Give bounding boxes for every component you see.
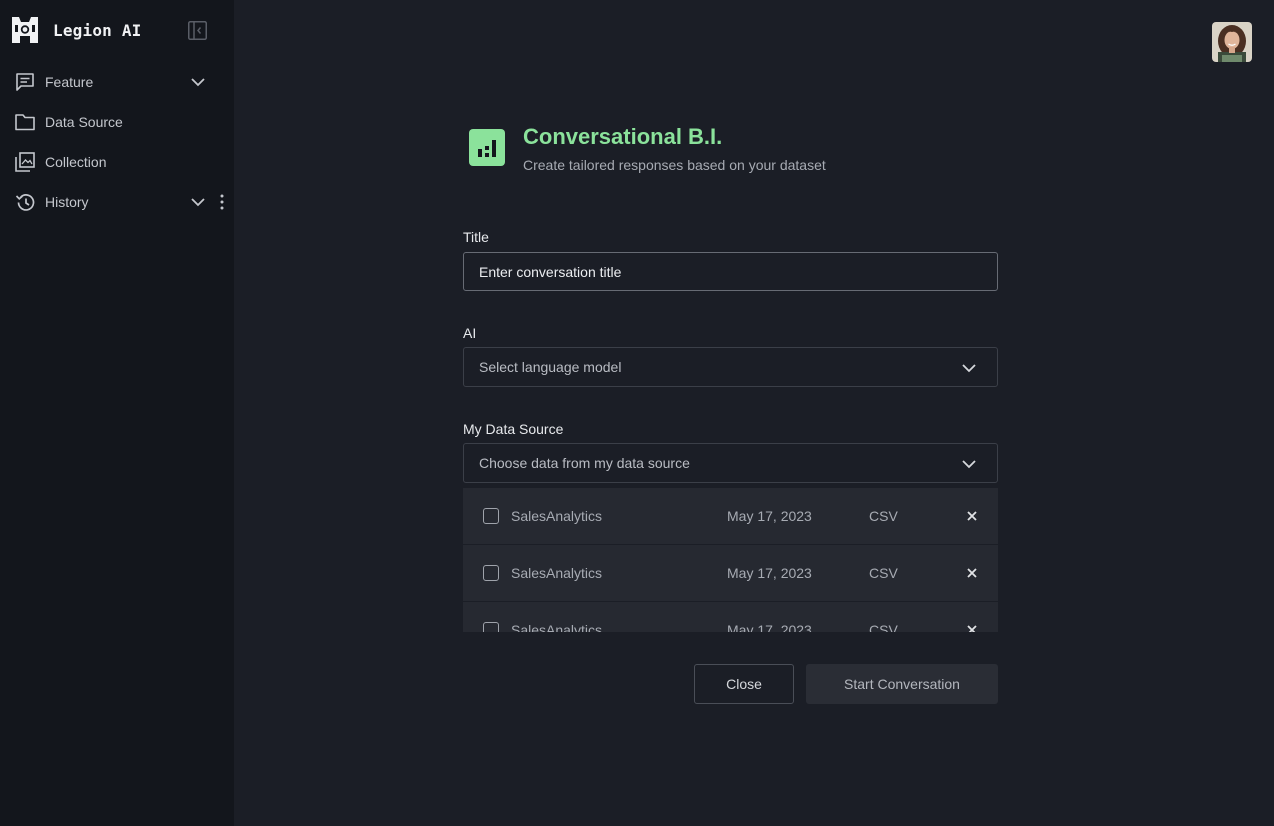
- sidebar-item-feature[interactable]: Feature: [14, 70, 224, 94]
- data-source-select[interactable]: Choose data from my data source: [463, 443, 998, 483]
- title-input[interactable]: [463, 252, 998, 291]
- history-icon: [14, 191, 36, 213]
- title-label: Title: [463, 229, 489, 245]
- user-avatar[interactable]: [1212, 22, 1252, 62]
- data-source-date: May 17, 2023: [727, 565, 812, 581]
- remove-icon[interactable]: [965, 509, 979, 523]
- sidebar-item-data-source[interactable]: Data Source: [14, 110, 224, 134]
- remove-icon[interactable]: [965, 623, 979, 632]
- language-model-placeholder: Select language model: [479, 359, 622, 375]
- data-source-type: CSV: [869, 565, 898, 581]
- remove-icon[interactable]: [965, 566, 979, 580]
- row-checkbox[interactable]: [483, 622, 499, 632]
- legion-logo-icon: [12, 17, 38, 43]
- data-source-type: CSV: [869, 622, 898, 632]
- bar-chart-icon: [469, 129, 505, 166]
- sidebar-item-label: Feature: [45, 74, 94, 90]
- collapse-sidebar-icon[interactable]: [188, 21, 207, 40]
- list-item[interactable]: SalesAnalytics May 17, 2023 CSV: [463, 545, 998, 601]
- more-vertical-icon[interactable]: [218, 193, 226, 211]
- close-button[interactable]: Close: [694, 664, 794, 704]
- sidebar: Legion AI Feature Data Source Collection…: [0, 0, 234, 826]
- chevron-down-icon[interactable]: [190, 74, 206, 90]
- data-source-date: May 17, 2023: [727, 622, 812, 632]
- page-subtitle: Create tailored responses based on your …: [523, 157, 826, 173]
- folder-icon: [14, 111, 36, 133]
- data-source-placeholder: Choose data from my data source: [479, 455, 690, 471]
- app-name: Legion AI: [53, 20, 142, 40]
- sidebar-item-collection[interactable]: Collection: [14, 150, 224, 174]
- data-source-name: SalesAnalytics: [511, 508, 603, 524]
- ai-label: AI: [463, 325, 477, 341]
- chevron-down-icon: [962, 460, 976, 469]
- message-square-icon: [14, 71, 36, 93]
- list-item[interactable]: SalesAnalytics May 17, 2023 CSV: [463, 488, 998, 544]
- data-source-date: May 17, 2023: [727, 508, 812, 524]
- language-model-select[interactable]: Select language model: [463, 347, 998, 387]
- brand[interactable]: Legion AI: [12, 17, 142, 43]
- sidebar-item-label: Collection: [45, 154, 107, 170]
- row-checkbox[interactable]: [483, 508, 499, 524]
- row-checkbox[interactable]: [483, 565, 499, 581]
- sidebar-item-history[interactable]: History: [14, 190, 224, 214]
- list-item[interactable]: SalesAnalytics May 17, 2023 CSV: [463, 602, 998, 632]
- data-source-list[interactable]: SalesAnalytics May 17, 2023 CSV SalesAna…: [463, 488, 998, 632]
- sidebar-item-label: History: [45, 194, 89, 210]
- data-source-label: My Data Source: [463, 421, 564, 437]
- data-source-type: CSV: [869, 508, 898, 524]
- sidebar-item-label: Data Source: [45, 114, 123, 130]
- chevron-down-icon: [962, 364, 976, 373]
- start-conversation-button[interactable]: Start Conversation: [806, 664, 998, 704]
- data-source-name: SalesAnalytics: [511, 622, 603, 632]
- chevron-down-icon[interactable]: [190, 194, 206, 210]
- data-source-name: SalesAnalytics: [511, 565, 603, 581]
- page-title: Conversational B.I.: [523, 124, 723, 149]
- gallery-icon: [14, 151, 36, 173]
